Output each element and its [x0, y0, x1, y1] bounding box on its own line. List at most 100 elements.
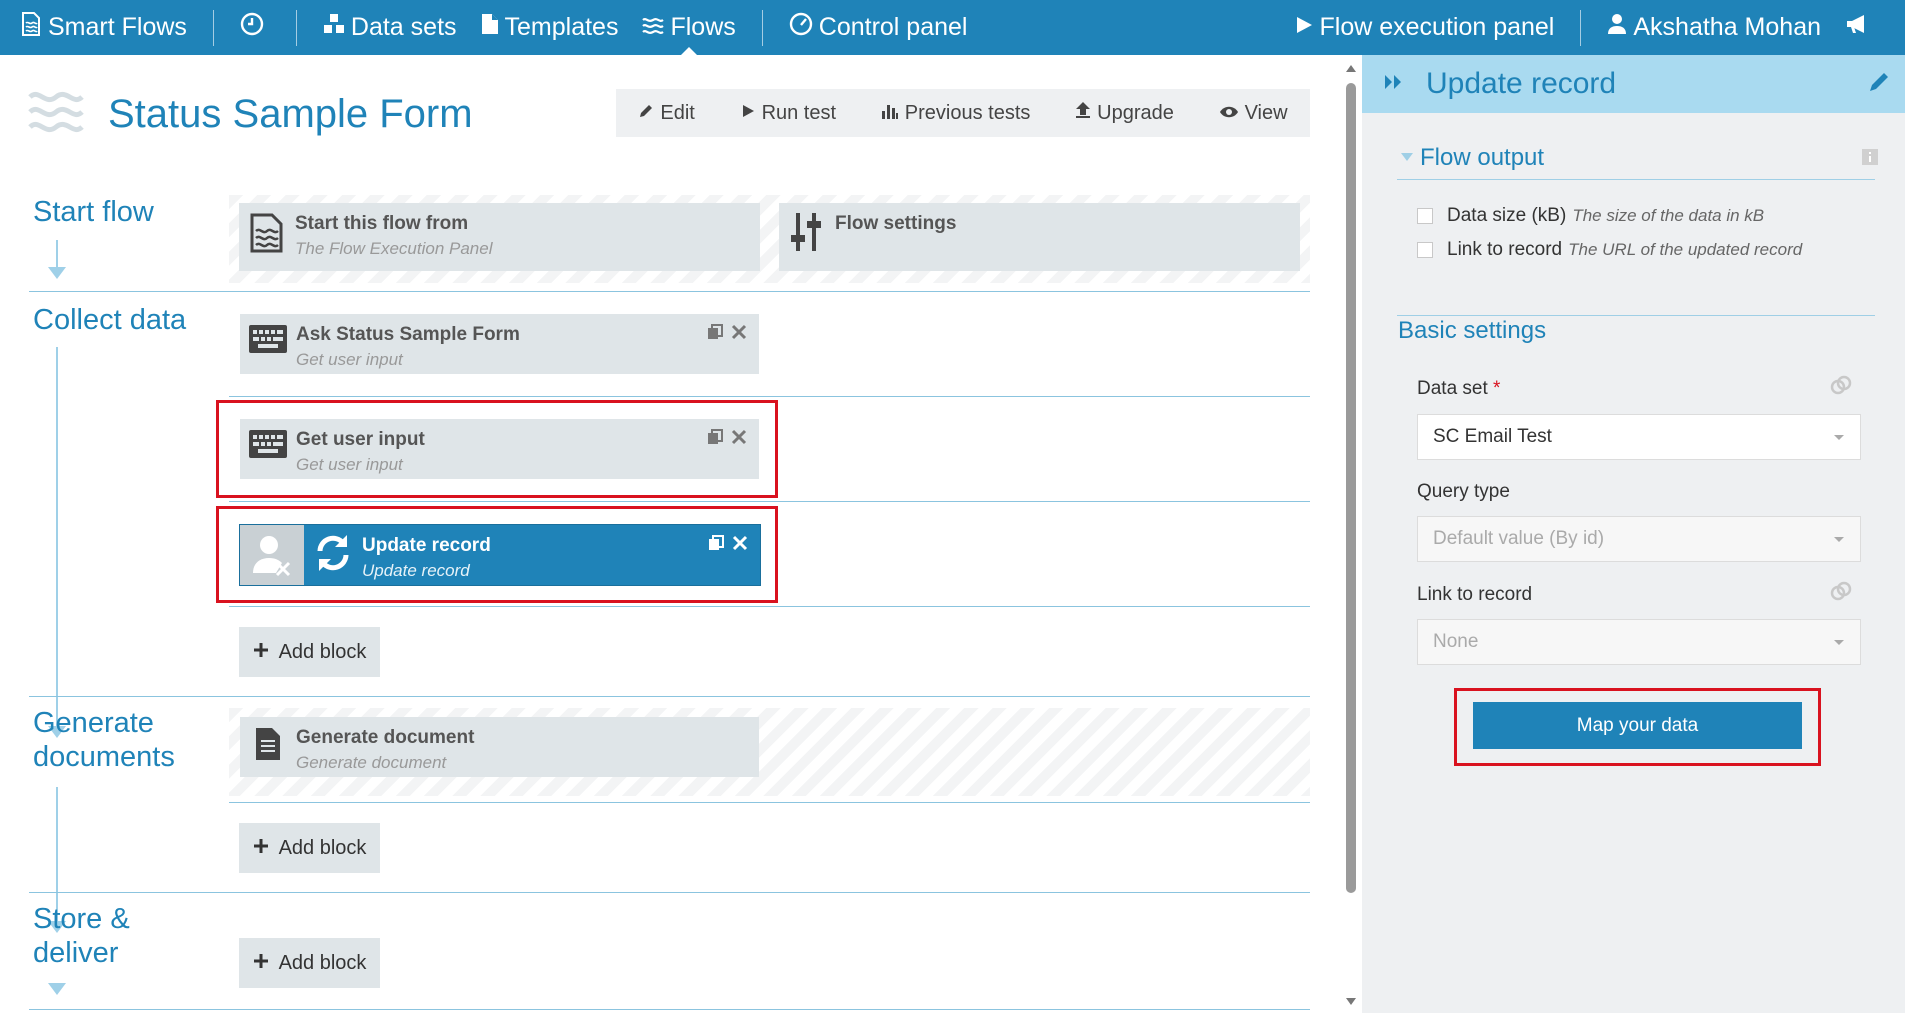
query-type-select[interactable]: Default value (By id): [1417, 516, 1861, 562]
data-set-label: Data set *: [1417, 378, 1501, 399]
previous-tests-label: Previous tests: [904, 101, 1031, 124]
block-divider: [229, 802, 1310, 803]
nav-flows[interactable]: Flows: [630, 0, 747, 55]
ask-form-block[interactable]: Ask Status Sample Form Get user input: [240, 314, 759, 374]
close-icon[interactable]: [731, 324, 747, 345]
nav-announcements[interactable]: [1833, 0, 1905, 55]
copy-icon[interactable]: [707, 324, 723, 345]
keyboard-icon: [240, 429, 296, 459]
nav-control-panel[interactable]: Control panel: [777, 0, 980, 55]
panel-header: Update record: [1362, 55, 1905, 113]
panel-title: Update record: [1426, 67, 1617, 100]
link-to-record-label: Link to record: [1417, 584, 1533, 605]
page-title: Status Sample Form: [108, 92, 473, 136]
nav-flow-execution-panel[interactable]: Flow execution panel: [1282, 0, 1567, 55]
query-type-value: Default value (By id): [1433, 528, 1605, 549]
section-divider: [1397, 315, 1875, 316]
block-subtitle: Generate document: [296, 753, 447, 772]
chevron-down-icon: [1834, 537, 1844, 542]
nav-brand[interactable]: Smart Flows: [0, 0, 199, 55]
bar-chart-icon: [881, 102, 899, 125]
pencil-icon: [638, 102, 654, 125]
generate-document-block[interactable]: Generate document Generate document: [240, 717, 759, 777]
data-set-select[interactable]: SC Email Test: [1417, 414, 1861, 460]
nav-datasets[interactable]: Data sets: [311, 0, 469, 55]
link-to-record-select[interactable]: None: [1417, 619, 1861, 665]
link-icon[interactable]: [1830, 374, 1852, 401]
flow-settings-block[interactable]: Flow settings: [779, 203, 1300, 271]
add-block-button[interactable]: Add block: [239, 627, 380, 677]
user-remove-icon: [240, 525, 304, 585]
play-icon: [1294, 13, 1320, 42]
document-icon: [481, 13, 505, 42]
edit-pencil-icon[interactable]: [1867, 70, 1891, 99]
block-name: Get user input: [296, 429, 425, 450]
section-collect-data: Collect data: [33, 304, 187, 336]
close-icon[interactable]: [731, 429, 747, 450]
datasets-icon: [323, 13, 351, 42]
block-subtitle: Get user input: [296, 350, 403, 369]
copy-icon[interactable]: [708, 535, 724, 556]
start-flow-from-block[interactable]: Start this flow from The Flow Execution …: [239, 203, 760, 271]
clock-icon: [240, 12, 270, 43]
basic-settings-title: Basic settings: [1398, 317, 1547, 344]
upgrade-label: Upgrade: [1097, 101, 1174, 124]
block-name: Update record: [362, 535, 491, 556]
copy-icon[interactable]: [707, 429, 723, 450]
flow-output-toggle[interactable]: Flow output: [1400, 144, 1544, 172]
block-divider: [229, 606, 1310, 607]
collapse-panel-icon[interactable]: [1384, 74, 1404, 95]
toolbar: Edit Run test Previous tests Upgrade Vie…: [616, 89, 1310, 137]
flow-arrow-icon: [48, 983, 66, 995]
section-generate-documents: Generate documents: [33, 707, 175, 773]
flow-connector: [56, 347, 58, 727]
nav-history[interactable]: [228, 0, 282, 55]
smart-flows-icon: [20, 12, 48, 43]
chevron-down-icon: [1834, 640, 1844, 645]
upload-icon: [1075, 101, 1091, 125]
play-icon: [740, 102, 756, 125]
main-scrollbar[interactable]: [1344, 55, 1358, 1013]
sliders-icon: [779, 211, 835, 253]
data-size-checkbox[interactable]: [1417, 208, 1433, 224]
info-icon[interactable]: [1862, 149, 1878, 170]
document-icon: [240, 727, 296, 761]
query-type-label: Query type: [1417, 481, 1510, 502]
nav-user[interactable]: Akshatha Mohan: [1595, 0, 1833, 55]
edit-button[interactable]: Edit: [638, 102, 695, 125]
data-set-value: SC Email Test: [1433, 426, 1552, 447]
flow-connector: [56, 240, 58, 268]
nav-datasets-label: Data sets: [350, 13, 457, 41]
add-block-label: Add block: [278, 951, 367, 974]
output-label: Link to record: [1447, 239, 1563, 260]
nav-control-panel-label: Control panel: [818, 13, 968, 41]
get-user-input-block[interactable]: Get user input Get user input: [240, 419, 759, 479]
top-nav: Smart Flows Data sets Templates Flows Co…: [0, 0, 1905, 55]
scroll-thumb[interactable]: [1346, 83, 1356, 893]
nav-templates[interactable]: Templates: [469, 0, 631, 55]
section-store-deliver: Store & deliver: [33, 903, 130, 969]
run-test-button[interactable]: Run test: [740, 102, 836, 125]
output-description: The URL of the updated record: [1568, 240, 1803, 259]
block-divider: [229, 396, 1310, 397]
update-record-block[interactable]: Update record Update record: [239, 524, 761, 586]
map-your-data-button[interactable]: Map your data: [1473, 702, 1802, 749]
caret-down-icon: [1400, 149, 1414, 167]
previous-tests-button[interactable]: Previous tests: [881, 101, 1031, 125]
scroll-down-arrow[interactable]: [1346, 998, 1356, 1005]
scroll-up-arrow[interactable]: [1346, 65, 1356, 72]
link-to-record-checkbox[interactable]: [1417, 242, 1433, 258]
add-block-button[interactable]: Add block: [239, 823, 380, 873]
section-divider: [29, 892, 1310, 893]
block-name: Generate document: [296, 727, 475, 748]
section-divider: [29, 696, 1310, 697]
upgrade-button[interactable]: Upgrade: [1075, 101, 1174, 125]
run-test-label: Run test: [761, 101, 837, 124]
view-button[interactable]: View: [1219, 102, 1288, 125]
flow-output-title: Flow output: [1420, 144, 1545, 171]
add-block-button[interactable]: Add block: [239, 938, 380, 988]
link-icon[interactable]: [1830, 580, 1852, 607]
user-icon: [1607, 13, 1633, 42]
close-icon[interactable]: [732, 535, 748, 556]
block-subtitle: Get user input: [296, 455, 403, 474]
